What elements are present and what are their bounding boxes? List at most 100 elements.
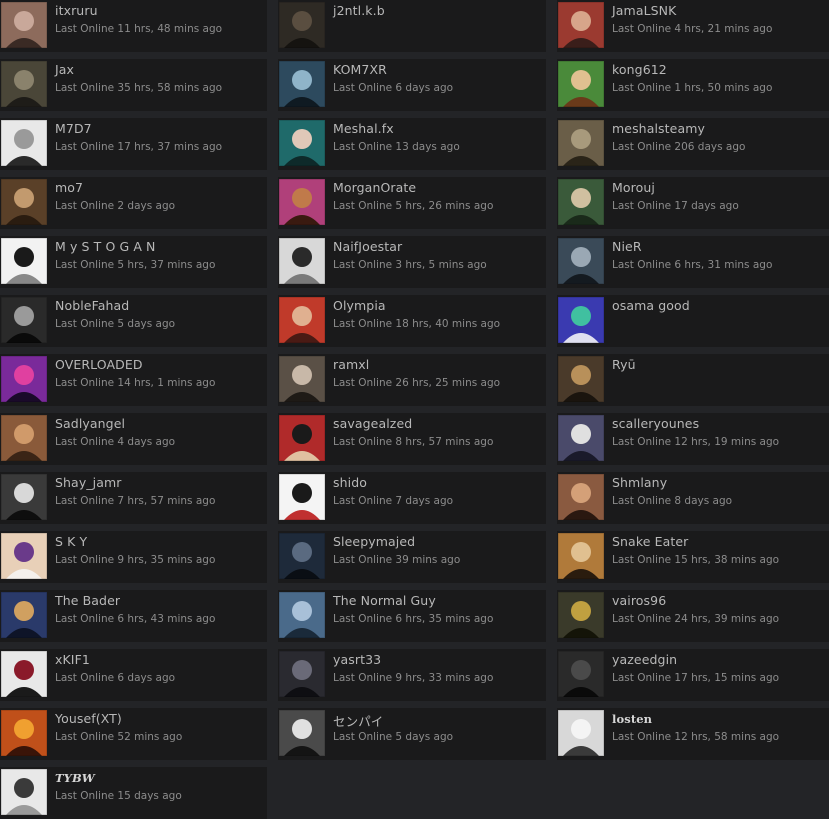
avatar[interactable] xyxy=(1,238,47,284)
friend-name[interactable]: xKIF1 xyxy=(55,652,90,667)
friend-card[interactable]: Sadlyangel Last Online 4 days ago xyxy=(0,413,267,465)
avatar[interactable] xyxy=(558,474,604,520)
avatar[interactable] xyxy=(279,533,325,579)
friend-card[interactable]: Jax Last Online 35 hrs, 58 mins ago xyxy=(0,59,267,111)
friend-card[interactable]: KOM7XR Last Online 6 days ago xyxy=(278,59,546,111)
friend-name[interactable]: j2ntl.k.b xyxy=(333,3,385,18)
avatar[interactable] xyxy=(558,651,604,697)
friend-card[interactable]: Yousef(XT) Last Online 52 mins ago xyxy=(0,708,267,760)
friend-card[interactable]: TYBW Last Online 15 days ago xyxy=(0,767,267,819)
friend-card[interactable]: ramxl Last Online 26 hrs, 25 mins ago xyxy=(278,354,546,406)
friend-card[interactable]: MorganOrate Last Online 5 hrs, 26 mins ag… xyxy=(278,177,546,229)
friend-name[interactable]: yasrt33 xyxy=(333,652,381,667)
friend-name[interactable]: losten xyxy=(612,712,652,726)
friend-card[interactable]: shido Last Online 7 days ago xyxy=(278,472,546,524)
friend-name[interactable]: ramxl xyxy=(333,357,369,372)
avatar[interactable] xyxy=(279,297,325,343)
avatar[interactable] xyxy=(279,415,325,461)
friend-card[interactable]: scalleryounes Last Online 12 hrs, 19 mins… xyxy=(557,413,829,465)
friend-name[interactable]: OVERLOADED xyxy=(55,357,143,372)
friend-card[interactable]: The Bader Last Online 6 hrs, 43 mins ago xyxy=(0,590,267,642)
friend-card[interactable]: JamaLSNK Last Online 4 hrs, 21 mins ago xyxy=(557,0,829,52)
avatar[interactable] xyxy=(279,179,325,225)
avatar[interactable] xyxy=(1,415,47,461)
avatar[interactable] xyxy=(279,356,325,402)
friend-card[interactable]: Shmlany Last Online 8 days ago xyxy=(557,472,829,524)
avatar[interactable] xyxy=(558,592,604,638)
friend-name[interactable]: The Normal Guy xyxy=(333,593,436,608)
friend-name[interactable]: S K Y xyxy=(55,534,87,549)
friend-name[interactable]: NaifJoestar xyxy=(333,239,402,254)
friend-name[interactable]: vairos96 xyxy=(612,593,666,608)
friend-name[interactable]: MorganOrate xyxy=(333,180,416,195)
friend-name[interactable]: itxruru xyxy=(55,3,98,18)
friend-name[interactable]: M y S T O G A N xyxy=(55,239,156,254)
friend-name[interactable]: JamaLSNK xyxy=(612,3,676,18)
friend-name[interactable]: Sadlyangel xyxy=(55,416,125,431)
avatar[interactable] xyxy=(1,297,47,343)
avatar[interactable] xyxy=(558,120,604,166)
friend-card[interactable]: yazeedgin Last Online 17 hrs, 15 mins ago xyxy=(557,649,829,701)
avatar[interactable] xyxy=(558,356,604,402)
friend-card[interactable]: OVERLOADED Last Online 14 hrs, 1 mins ago xyxy=(0,354,267,406)
friend-card[interactable]: xKIF1 Last Online 6 days ago xyxy=(0,649,267,701)
friend-card[interactable]: NobleFahad Last Online 5 days ago xyxy=(0,295,267,347)
friend-card[interactable]: Morouj Last Online 17 days ago xyxy=(557,177,829,229)
avatar[interactable] xyxy=(279,710,325,756)
friend-name[interactable]: yazeedgin xyxy=(612,652,677,667)
friend-name[interactable]: scalleryounes xyxy=(612,416,699,431)
avatar[interactable] xyxy=(1,356,47,402)
friend-card[interactable]: The Normal Guy Last Online 6 hrs, 35 mins… xyxy=(278,590,546,642)
friend-name[interactable]: Sleepymajed xyxy=(333,534,415,549)
friend-name[interactable]: Jax xyxy=(55,62,74,77)
friend-name[interactable]: kong612 xyxy=(612,62,667,77)
friend-name[interactable]: Meshal.fx xyxy=(333,121,394,136)
avatar[interactable] xyxy=(1,2,47,48)
friend-card[interactable]: meshalsteamy Last Online 206 days ago xyxy=(557,118,829,170)
friend-name[interactable]: KOM7XR xyxy=(333,62,387,77)
avatar[interactable] xyxy=(279,592,325,638)
friend-name[interactable]: NobleFahad xyxy=(55,298,129,313)
friend-name[interactable]: Shay_jamr xyxy=(55,475,122,490)
friend-card[interactable]: NieR Last Online 6 hrs, 31 mins ago xyxy=(557,236,829,288)
avatar[interactable] xyxy=(279,474,325,520)
friend-name[interactable]: shido xyxy=(333,475,367,490)
avatar[interactable] xyxy=(558,415,604,461)
friend-card[interactable]: mo7 Last Online 2 days ago xyxy=(0,177,267,229)
friend-name[interactable]: センパイ xyxy=(333,711,383,730)
friend-card[interactable]: j2ntl.k.b xyxy=(278,0,546,52)
avatar[interactable] xyxy=(279,238,325,284)
friend-card[interactable]: osama good xyxy=(557,295,829,347)
avatar[interactable] xyxy=(279,61,325,107)
friend-name[interactable]: Snake Eater xyxy=(612,534,688,549)
avatar[interactable] xyxy=(558,2,604,48)
avatar[interactable] xyxy=(279,2,325,48)
avatar[interactable] xyxy=(558,179,604,225)
friend-name[interactable]: Olympia xyxy=(333,298,386,313)
friend-card[interactable]: Shay_jamr Last Online 7 hrs, 57 mins ago xyxy=(0,472,267,524)
friend-card[interactable]: savagealzed Last Online 8 hrs, 57 mins ag… xyxy=(278,413,546,465)
friend-card[interactable]: yasrt33 Last Online 9 hrs, 33 mins ago xyxy=(278,649,546,701)
friend-name[interactable]: savagealzed xyxy=(333,416,412,431)
friend-name[interactable]: Morouj xyxy=(612,180,655,195)
friend-card[interactable]: Meshal.fx Last Online 13 days ago xyxy=(278,118,546,170)
avatar[interactable] xyxy=(1,592,47,638)
avatar[interactable] xyxy=(279,120,325,166)
avatar[interactable] xyxy=(558,297,604,343)
avatar[interactable] xyxy=(558,533,604,579)
friend-card[interactable]: Ryū xyxy=(557,354,829,406)
friend-card[interactable]: M y S T O G A N Last Online 5 hrs, 37 min… xyxy=(0,236,267,288)
friend-name[interactable]: M7D7 xyxy=(55,121,92,136)
friend-card[interactable]: vairos96 Last Online 24 hrs, 39 mins ago xyxy=(557,590,829,642)
friend-card[interactable]: Olympia Last Online 18 hrs, 40 mins ago xyxy=(278,295,546,347)
friend-card[interactable]: M7D7 Last Online 17 hrs, 37 mins ago xyxy=(0,118,267,170)
avatar[interactable] xyxy=(1,533,47,579)
friend-card[interactable]: Snake Eater Last Online 15 hrs, 38 mins a… xyxy=(557,531,829,583)
friend-card[interactable]: kong612 Last Online 1 hrs, 50 mins ago xyxy=(557,59,829,111)
avatar[interactable] xyxy=(279,651,325,697)
friend-card[interactable]: センパイ Last Online 5 days ago xyxy=(278,708,546,760)
friend-name[interactable]: NieR xyxy=(612,239,642,254)
friend-card[interactable]: Sleepymajed Last Online 39 mins ago xyxy=(278,531,546,583)
avatar[interactable] xyxy=(1,179,47,225)
friend-name[interactable]: meshalsteamy xyxy=(612,121,705,136)
